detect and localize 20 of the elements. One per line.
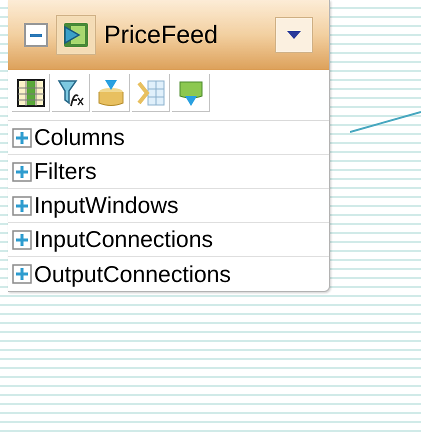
expand-icon[interactable] xyxy=(12,196,32,216)
expand-icon[interactable] xyxy=(12,128,32,148)
input-window-icon[interactable] xyxy=(92,74,130,112)
dropdown-button[interactable] xyxy=(275,17,313,53)
expand-icon[interactable] xyxy=(12,162,32,182)
output-connections-icon[interactable] xyxy=(172,74,210,112)
tree-item[interactable]: InputWindows xyxy=(8,189,329,223)
stream-icon[interactable] xyxy=(56,15,96,55)
tree-item[interactable]: OutputConnections xyxy=(8,257,329,291)
filter-function-icon[interactable] xyxy=(52,74,90,112)
caret-icon xyxy=(286,30,302,40)
tree-item[interactable]: Columns xyxy=(8,121,329,155)
input-connections-icon[interactable] xyxy=(132,74,170,112)
expand-icon[interactable] xyxy=(12,264,32,284)
node-title: PriceFeed xyxy=(104,22,218,48)
tree-item[interactable]: Filters xyxy=(8,155,329,189)
collapse-button[interactable] xyxy=(24,23,48,47)
tree-item[interactable]: InputConnections xyxy=(8,223,329,257)
expand-icon[interactable] xyxy=(12,230,32,250)
connector-line xyxy=(350,110,421,134)
